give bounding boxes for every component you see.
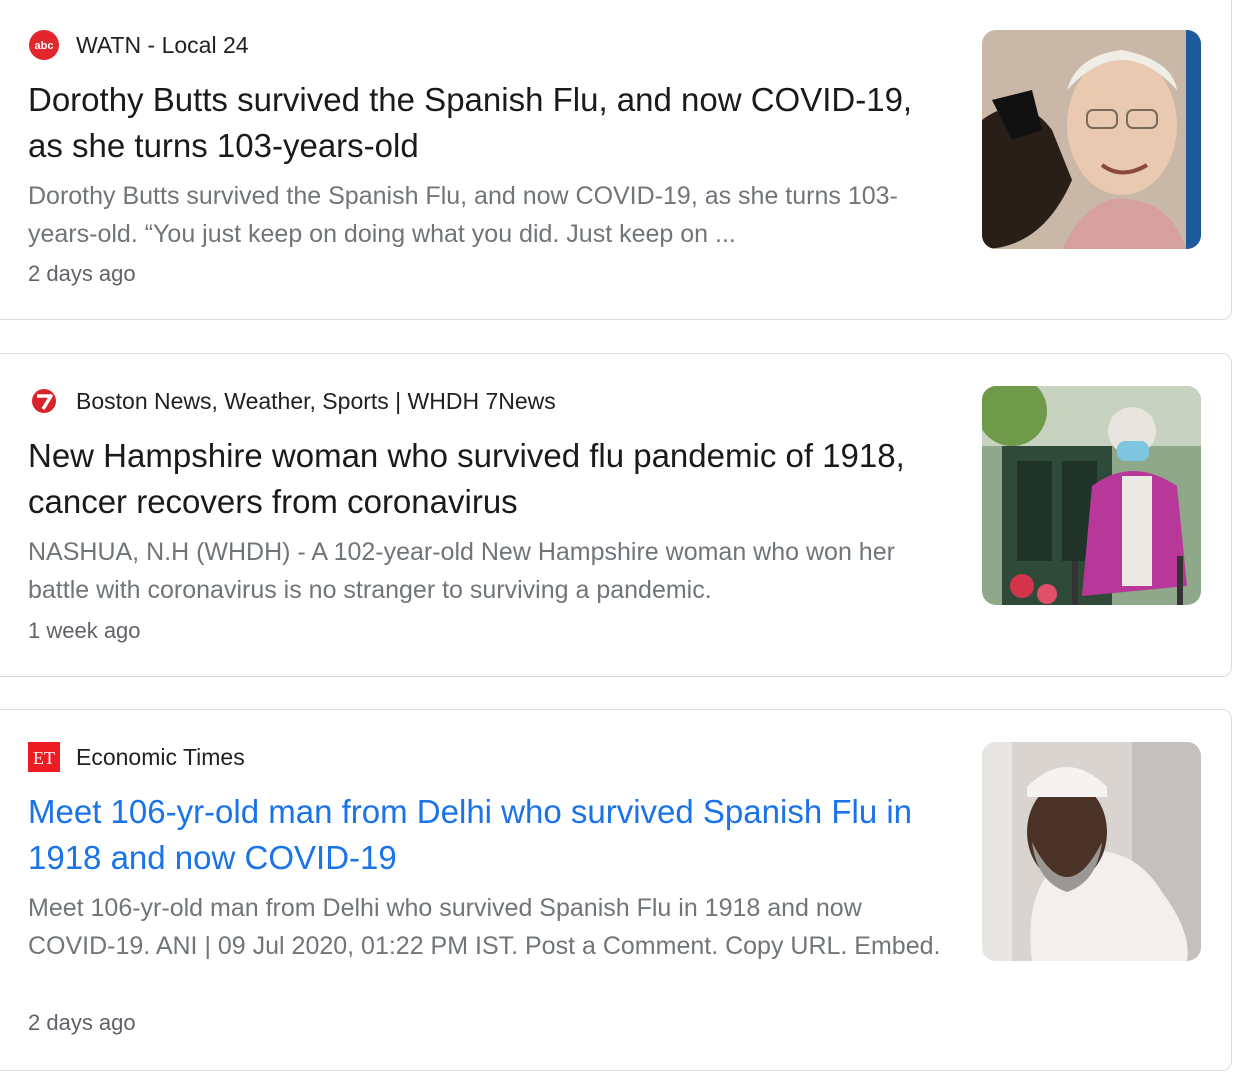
svg-text:abc: abc <box>35 40 54 52</box>
news-card[interactable]: abc WATN - Local 24 Dorothy Butts surviv… <box>0 0 1232 320</box>
headline-link[interactable]: Meet 106-yr-old man from Delhi who survi… <box>28 789 948 881</box>
snippet-text: NASHUA, N.H (WHDH) - A 102-year-old New … <box>28 538 895 604</box>
snippet-text: Meet 106-yr-old man from Delhi who survi… <box>28 894 941 960</box>
headline-link[interactable]: Dorothy Butts survived the Spanish Flu, … <box>28 77 948 169</box>
source-name: WATN - Local 24 <box>76 31 249 58</box>
thumbnail-image[interactable] <box>982 742 1201 961</box>
svg-text:ET: ET <box>33 748 55 768</box>
timestamp: 2 days ago <box>28 1010 136 1035</box>
thumbnail-image[interactable] <box>982 386 1201 605</box>
source-row: ET Economic Times <box>28 741 245 773</box>
source-name: Economic Times <box>76 743 245 770</box>
thumbnail-image[interactable] <box>982 30 1201 249</box>
abc-logo-icon: abc <box>28 29 60 61</box>
snippet-text: Dorothy Butts survived the Spanish Flu, … <box>28 182 898 248</box>
news-card[interactable]: ET Economic Times Meet 106-yr-old man fr… <box>0 709 1232 1071</box>
source-row: Boston News, Weather, Sports | WHDH 7New… <box>28 385 556 417</box>
source-row: abc WATN - Local 24 <box>28 29 249 61</box>
7news-logo-icon <box>28 385 60 417</box>
timestamp: 1 week ago <box>28 618 141 643</box>
et-logo-icon: ET <box>28 741 60 773</box>
source-name: Boston News, Weather, Sports | WHDH 7New… <box>76 387 556 414</box>
timestamp: 2 days ago <box>28 261 136 286</box>
headline-link[interactable]: New Hampshire woman who survived flu pan… <box>28 433 948 525</box>
news-card[interactable]: Boston News, Weather, Sports | WHDH 7New… <box>0 353 1232 677</box>
